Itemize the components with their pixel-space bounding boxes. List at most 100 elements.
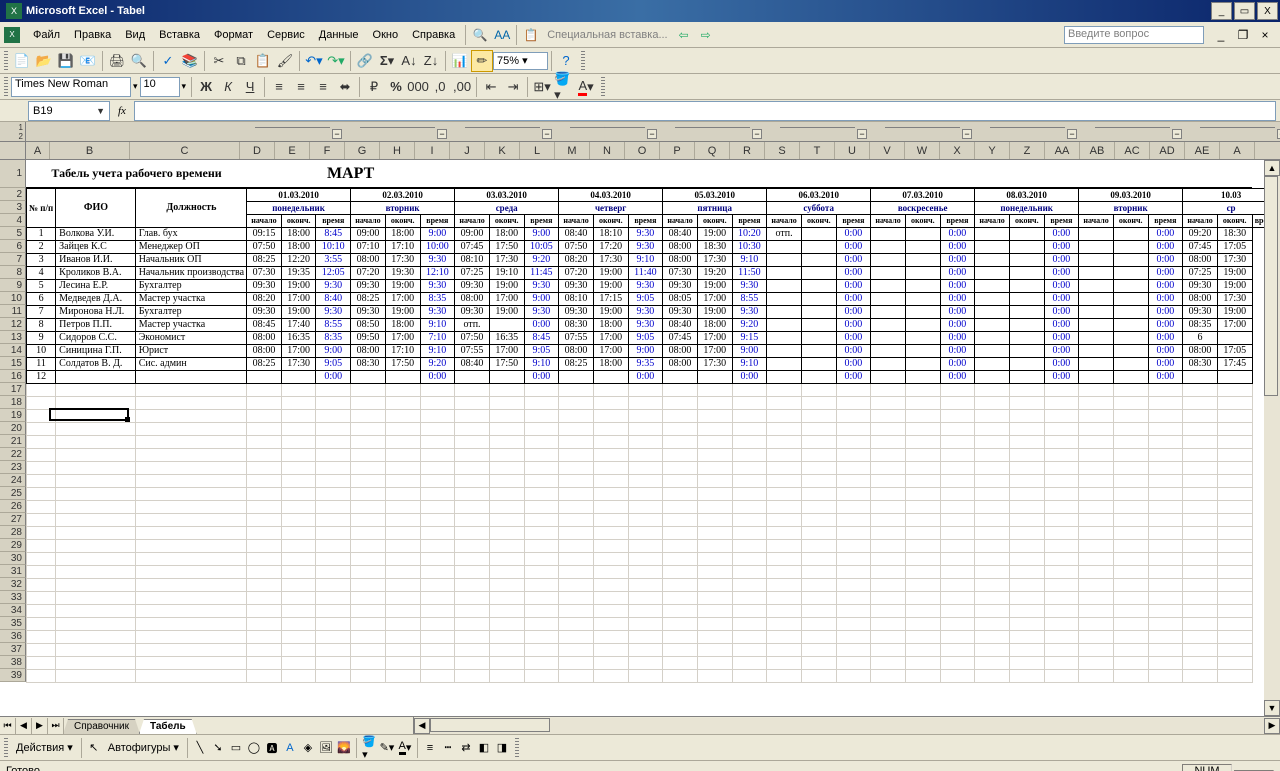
time-cell[interactable]: 07:10 [351, 240, 386, 253]
time-cell[interactable]: 9:30 [628, 305, 663, 318]
time-cell[interactable] [975, 292, 1010, 305]
col-header-D[interactable]: D [240, 142, 275, 159]
time-cell[interactable]: 08:30 [351, 357, 386, 370]
row-header-5[interactable]: 5 [0, 227, 26, 240]
sum-icon[interactable]: Σ▾ [376, 50, 398, 72]
col-header-B[interactable]: B [50, 142, 130, 159]
line-color-icon[interactable]: ✎▾ [378, 739, 396, 757]
menu-edit[interactable]: Правка [67, 26, 118, 44]
row-header-33[interactable]: 33 [0, 591, 26, 604]
time-cell[interactable] [975, 240, 1010, 253]
group-collapse-button[interactable]: − [542, 129, 552, 139]
time-cell[interactable]: 9:30 [420, 279, 455, 292]
time-cell[interactable]: 08:40 [663, 318, 698, 331]
time-cell[interactable] [1009, 357, 1044, 370]
time-cell[interactable]: 17:00 [593, 344, 628, 357]
time-cell[interactable]: 17:00 [489, 292, 524, 305]
col-header-I[interactable]: I [415, 142, 450, 159]
text-color-icon[interactable]: A▾ [396, 739, 414, 757]
row-header-26[interactable]: 26 [0, 500, 26, 513]
merge-center-icon[interactable]: ⬌ [334, 76, 356, 98]
time-cell[interactable] [767, 240, 802, 253]
time-cell[interactable] [1113, 266, 1148, 279]
time-cell[interactable] [1113, 318, 1148, 331]
inc-dec-icon[interactable]: ,0 [429, 76, 451, 98]
time-cell[interactable]: 08:25 [247, 357, 282, 370]
time-cell[interactable] [1113, 331, 1148, 344]
time-cell[interactable]: 0:00 [940, 305, 975, 318]
time-cell[interactable] [247, 370, 282, 383]
time-cell[interactable]: 09:20 [1183, 227, 1218, 240]
group-collapse-button[interactable]: − [1067, 129, 1077, 139]
time-cell[interactable]: 19:00 [281, 305, 316, 318]
textbox-icon[interactable]: 🅰 [263, 739, 281, 757]
time-cell[interactable]: 19:00 [697, 279, 732, 292]
row-header-34[interactable]: 34 [0, 604, 26, 617]
time-cell[interactable]: 19:00 [281, 279, 316, 292]
time-cell[interactable]: 08:25 [247, 253, 282, 266]
time-cell[interactable]: 17:05 [1217, 240, 1252, 253]
col-header-A[interactable]: A [1220, 142, 1255, 159]
link-icon[interactable]: 🔗 [354, 50, 376, 72]
time-cell[interactable]: 9:20 [524, 253, 559, 266]
time-cell[interactable]: 19:20 [697, 266, 732, 279]
time-cell[interactable] [1079, 266, 1114, 279]
tab-next-icon[interactable]: ▶ [32, 718, 48, 734]
time-cell[interactable]: 8:45 [524, 331, 559, 344]
time-cell[interactable]: 08:35 [1183, 318, 1218, 331]
col-header-Q[interactable]: Q [695, 142, 730, 159]
time-cell[interactable] [905, 227, 940, 240]
time-cell[interactable]: 10:10 [316, 240, 351, 253]
time-cell[interactable]: 0:00 [1044, 227, 1079, 240]
time-cell[interactable]: 11:45 [524, 266, 559, 279]
time-cell[interactable]: 0:00 [1044, 305, 1079, 318]
time-cell[interactable]: 09:30 [559, 305, 594, 318]
time-cell[interactable]: 17:00 [489, 344, 524, 357]
time-cell[interactable]: 8:40 [316, 292, 351, 305]
time-cell[interactable] [1079, 318, 1114, 331]
time-cell[interactable]: 07:45 [455, 240, 490, 253]
time-cell[interactable]: 19:35 [281, 266, 316, 279]
time-cell[interactable] [975, 318, 1010, 331]
help-search-box[interactable]: Введите вопрос [1064, 26, 1204, 44]
time-cell[interactable]: отп. [455, 318, 490, 331]
time-cell[interactable]: 0:00 [1044, 266, 1079, 279]
group-collapse-button[interactable]: − [1172, 129, 1182, 139]
row-header-6[interactable]: 6 [0, 240, 26, 253]
row-header-35[interactable]: 35 [0, 617, 26, 630]
time-cell[interactable] [801, 253, 836, 266]
time-cell[interactable]: 0:00 [1148, 279, 1183, 292]
time-cell[interactable]: 9:30 [628, 279, 663, 292]
time-cell[interactable]: 9:30 [524, 279, 559, 292]
row-header-2[interactable]: 2 [0, 188, 26, 201]
time-cell[interactable] [1113, 344, 1148, 357]
time-cell[interactable]: 17:30 [1217, 292, 1252, 305]
time-cell[interactable]: 0:00 [940, 292, 975, 305]
time-cell[interactable] [1009, 370, 1044, 383]
time-cell[interactable]: 0:00 [940, 344, 975, 357]
time-cell[interactable]: 19:00 [593, 279, 628, 292]
time-cell[interactable]: 19:00 [385, 305, 420, 318]
time-cell[interactable] [905, 344, 940, 357]
time-cell[interactable]: 19:00 [1217, 305, 1252, 318]
time-cell[interactable]: 09:30 [351, 305, 386, 318]
time-cell[interactable]: 9:05 [628, 331, 663, 344]
row-header-3[interactable]: 3 [0, 201, 26, 214]
time-cell[interactable]: 16:35 [281, 331, 316, 344]
bold-icon[interactable]: Ж [195, 76, 217, 98]
time-cell[interactable]: 0:00 [1148, 344, 1183, 357]
row-header-12[interactable]: 12 [0, 318, 26, 331]
time-cell[interactable]: 09:30 [351, 279, 386, 292]
menu-window[interactable]: Окно [366, 26, 406, 44]
time-cell[interactable]: 08:00 [663, 357, 698, 370]
col-header-G[interactable]: G [345, 142, 380, 159]
col-header-E[interactable]: E [275, 142, 310, 159]
time-cell[interactable] [1009, 240, 1044, 253]
time-cell[interactable] [1009, 253, 1044, 266]
time-cell[interactable] [801, 357, 836, 370]
time-cell[interactable]: 0:00 [836, 357, 871, 370]
time-cell[interactable] [1113, 227, 1148, 240]
row-header-21[interactable]: 21 [0, 435, 26, 448]
time-cell[interactable]: 08:00 [1183, 344, 1218, 357]
permission-icon[interactable]: 📧 [77, 50, 99, 72]
